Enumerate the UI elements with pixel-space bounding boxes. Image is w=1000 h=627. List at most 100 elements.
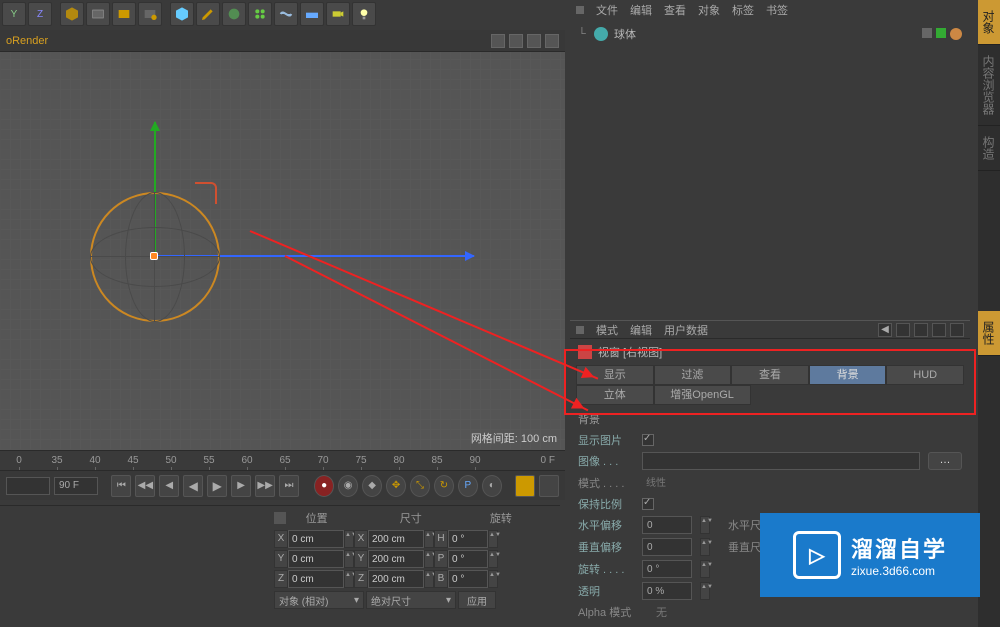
prev-frame-button[interactable]: ◀ [159, 475, 179, 497]
viewport-maximize-icon[interactable] [545, 34, 559, 48]
om-menu-edit[interactable]: 编辑 [630, 2, 652, 18]
current-frame-input[interactable] [54, 477, 98, 495]
om-menu-object[interactable]: 对象 [698, 2, 720, 18]
axis-y-button[interactable]: Y [2, 2, 26, 26]
spinner-icon[interactable]: ▲▼ [700, 560, 710, 578]
bg-rotate-input[interactable] [642, 560, 692, 578]
attrib-menu-edit[interactable]: 编辑 [630, 322, 652, 338]
spinner-icon[interactable]: ▲▼ [344, 550, 354, 568]
browse-button[interactable]: … [928, 452, 962, 470]
nurbs-button[interactable] [222, 2, 246, 26]
tab-background[interactable]: 背景 [809, 365, 887, 385]
rtab-objects[interactable]: 对象 [978, 0, 1000, 45]
image-path-input[interactable] [642, 452, 920, 470]
timeline-extra-2[interactable] [539, 475, 559, 497]
rot-b-input[interactable] [448, 570, 488, 588]
tab-stereo[interactable]: 立体 [576, 385, 654, 405]
phong-tag-icon[interactable] [950, 28, 962, 40]
array-button[interactable] [248, 2, 272, 26]
rot-p-input[interactable] [448, 550, 488, 568]
new-window-icon[interactable] [950, 323, 964, 337]
history-fwd-icon[interactable] [896, 323, 910, 337]
pos-mode-combo[interactable]: 对象 (相对)▾ [274, 591, 364, 609]
spinner-icon[interactable]: ▲▼ [344, 530, 354, 548]
play-button[interactable]: ▶ [207, 475, 227, 497]
deformer-button[interactable] [274, 2, 298, 26]
spinner-icon[interactable]: ▲▼ [700, 538, 710, 556]
autokey-button[interactable]: ◉ [338, 475, 358, 497]
goto-end-button[interactable]: ⏭ [279, 475, 299, 497]
object-list[interactable]: └ 球体 [570, 20, 970, 48]
apply-button[interactable]: 应用 [458, 591, 496, 609]
size-y-input[interactable] [368, 550, 424, 568]
visibility-tag-icon[interactable] [922, 28, 932, 38]
timeline-extra-1[interactable] [515, 475, 535, 497]
spinner-icon[interactable]: ▲▼ [424, 530, 434, 548]
om-menu-file[interactable]: 文件 [596, 2, 618, 18]
spinner-icon[interactable]: ▲▼ [424, 570, 434, 588]
spinner-icon[interactable]: ▲▼ [344, 570, 354, 588]
light-button[interactable] [352, 2, 376, 26]
viewport-pan-icon[interactable] [491, 34, 505, 48]
rtab-content-browser[interactable]: 内容浏览器 [978, 45, 1000, 126]
spinner-icon[interactable]: ▲▼ [424, 550, 434, 568]
lock-icon[interactable] [932, 323, 946, 337]
spinner-icon[interactable]: ▲▼ [488, 570, 498, 588]
om-menu-tags[interactable]: 标签 [732, 2, 754, 18]
spinner-icon[interactable]: ▲▼ [700, 582, 710, 600]
tab-enhanced-opengl[interactable]: 增强OpenGL [654, 385, 751, 405]
pos-z-input[interactable] [288, 570, 344, 588]
key-scale-button[interactable]: ⤡ [410, 475, 430, 497]
camera-button[interactable] [326, 2, 350, 26]
size-x-input[interactable] [368, 530, 424, 548]
cube-primitive-button[interactable] [170, 2, 194, 26]
goto-start-button[interactable]: ⏮ [111, 475, 131, 497]
enable-tag-icon[interactable] [936, 28, 946, 38]
record-button[interactable]: ● [314, 475, 334, 497]
origin-gizmo[interactable] [150, 252, 158, 260]
viewport-zoom-icon[interactable] [509, 34, 523, 48]
next-frame-button[interactable]: ▶ [231, 475, 251, 497]
start-frame-input[interactable] [6, 477, 50, 495]
h-offset-input[interactable] [642, 516, 692, 534]
pos-x-input[interactable] [288, 530, 344, 548]
spinner-icon[interactable]: ▲▼ [488, 530, 498, 548]
key-options-button[interactable]: ◆ [362, 475, 382, 497]
next-key-button[interactable]: ▶▶ [255, 475, 275, 497]
size-z-input[interactable] [368, 570, 424, 588]
key-param-button[interactable]: P [458, 475, 478, 497]
pen-tool-button[interactable] [196, 2, 220, 26]
floor-button[interactable] [300, 2, 324, 26]
tab-display[interactable]: 显示 [576, 365, 654, 385]
tab-view[interactable]: 查看 [731, 365, 809, 385]
object-item-sphere[interactable]: └ 球体 [578, 24, 962, 44]
key-rotate-button[interactable]: ↻ [434, 475, 454, 497]
frame-ruler[interactable]: 0 35 40 45 50 55 60 65 70 75 80 85 90 0 … [0, 450, 565, 470]
render-button-1[interactable] [86, 2, 110, 26]
tab-hud[interactable]: HUD [886, 365, 964, 385]
render-button-2[interactable] [112, 2, 136, 26]
pos-y-input[interactable] [288, 550, 344, 568]
play-back-button[interactable]: ◀ [183, 475, 203, 497]
om-menu-view[interactable]: 查看 [664, 2, 686, 18]
keep-ratio-checkbox[interactable] [642, 498, 654, 510]
spinner-icon[interactable]: ▲▼ [700, 516, 710, 534]
opacity-input[interactable] [642, 582, 692, 600]
tab-filter[interactable]: 过滤 [654, 365, 732, 385]
cube-tool-button[interactable] [60, 2, 84, 26]
om-menu-bookmarks[interactable]: 书签 [766, 2, 788, 18]
rtab-structure[interactable]: 构造 [978, 126, 1000, 171]
v-offset-input[interactable] [642, 538, 692, 556]
rtab-attributes[interactable]: 属性 [978, 311, 1000, 356]
key-move-button[interactable]: ✥ [386, 475, 406, 497]
viewport-canvas[interactable]: 网格间距: 100 cm [0, 52, 565, 450]
attrib-menu-mode[interactable]: 模式 [596, 322, 618, 338]
show-image-checkbox[interactable] [642, 434, 654, 446]
nav-up-icon[interactable] [914, 323, 928, 337]
spinner-icon[interactable]: ▲▼ [488, 550, 498, 568]
viewport-rotate-icon[interactable] [527, 34, 541, 48]
render-settings-button[interactable] [138, 2, 162, 26]
rot-h-input[interactable] [448, 530, 488, 548]
prev-key-button[interactable]: ◀◀ [135, 475, 155, 497]
history-back-icon[interactable]: ◀ [878, 323, 892, 337]
